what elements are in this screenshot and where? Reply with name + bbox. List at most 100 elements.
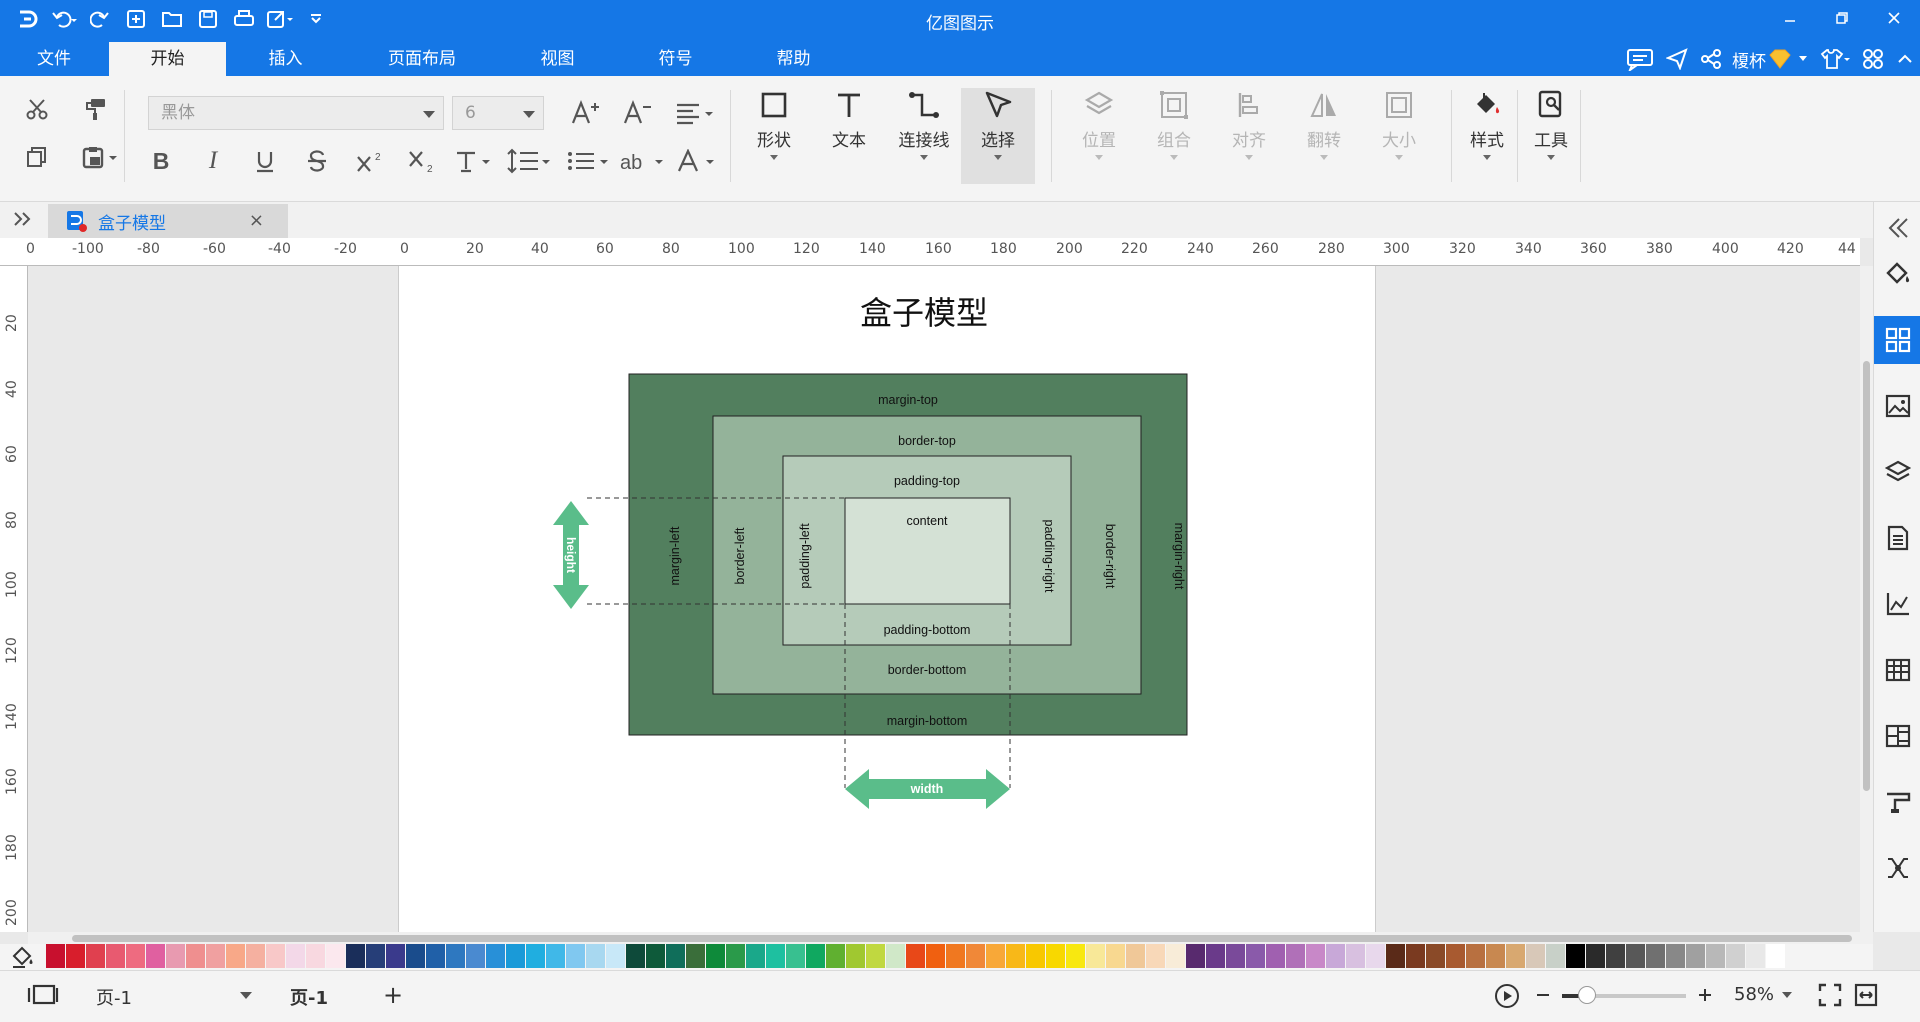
align-button[interactable]: 对齐 bbox=[1214, 90, 1284, 182]
tools-button[interactable]: 工具 bbox=[1516, 90, 1586, 182]
restore-button[interactable] bbox=[1822, 4, 1862, 32]
play-icon[interactable] bbox=[1494, 983, 1520, 1009]
menu-symbol[interactable]: 符号 bbox=[628, 42, 723, 76]
color-swatch[interactable] bbox=[1706, 944, 1725, 968]
document-tab[interactable]: 盒子模型 × bbox=[48, 204, 288, 238]
chart-panel-icon[interactable] bbox=[1874, 580, 1920, 628]
color-swatch[interactable] bbox=[1286, 944, 1305, 968]
color-swatch[interactable] bbox=[506, 944, 525, 968]
bold-icon[interactable]: B bbox=[146, 146, 176, 176]
color-swatch[interactable] bbox=[386, 944, 405, 968]
color-swatch[interactable] bbox=[1106, 944, 1125, 968]
color-swatch[interactable] bbox=[1146, 944, 1165, 968]
color-swatch[interactable] bbox=[1126, 944, 1145, 968]
color-swatch[interactable] bbox=[546, 944, 565, 968]
page-panel-icon[interactable] bbox=[1874, 514, 1920, 562]
image-panel-icon[interactable] bbox=[1874, 382, 1920, 430]
font-size-select[interactable]: 6 bbox=[452, 96, 544, 130]
menu-page-layout[interactable]: 页面布局 bbox=[360, 42, 484, 76]
minimize-button[interactable] bbox=[1770, 4, 1810, 32]
collapse-ribbon-icon[interactable] bbox=[1896, 50, 1914, 68]
text-button[interactable]: 文本 bbox=[814, 90, 884, 182]
color-swatch[interactable] bbox=[1606, 944, 1625, 968]
font-family-select[interactable]: 黑体 bbox=[148, 96, 444, 130]
color-swatch[interactable] bbox=[926, 944, 945, 968]
drawing-page[interactable]: 盒子模型 margin-top border-top padding-top c… bbox=[398, 266, 1376, 932]
zoom-slider-handle[interactable] bbox=[1578, 986, 1596, 1004]
color-swatch[interactable] bbox=[326, 944, 345, 968]
group-button[interactable]: 组合 bbox=[1139, 90, 1209, 182]
org-panel-icon[interactable] bbox=[1874, 712, 1920, 760]
color-swatch[interactable] bbox=[1406, 944, 1425, 968]
color-swatch[interactable] bbox=[106, 944, 125, 968]
color-swatch[interactable] bbox=[1366, 944, 1385, 968]
copy-icon[interactable] bbox=[22, 142, 52, 172]
underline-icon[interactable] bbox=[250, 146, 280, 176]
color-swatch[interactable] bbox=[1506, 944, 1525, 968]
color-swatch[interactable] bbox=[206, 944, 225, 968]
color-swatch[interactable] bbox=[286, 944, 305, 968]
mindmap-panel-icon[interactable] bbox=[1874, 844, 1920, 892]
color-swatch[interactable] bbox=[46, 944, 65, 968]
vertical-scrollbar[interactable] bbox=[1860, 266, 1873, 932]
text-case-icon[interactable]: ab bbox=[618, 146, 666, 176]
position-button[interactable]: 位置 bbox=[1064, 90, 1134, 182]
color-swatch[interactable] bbox=[986, 944, 1005, 968]
color-swatch[interactable] bbox=[1246, 944, 1265, 968]
color-swatch[interactable] bbox=[1766, 944, 1785, 968]
color-swatch[interactable] bbox=[1006, 944, 1025, 968]
color-swatch[interactable] bbox=[646, 944, 665, 968]
scroll-thumb[interactable] bbox=[72, 935, 1852, 942]
horizontal-scrollbar[interactable] bbox=[28, 932, 1873, 944]
flip-button[interactable]: 翻转 bbox=[1289, 90, 1359, 182]
color-swatch[interactable] bbox=[766, 944, 785, 968]
color-swatch[interactable] bbox=[1166, 944, 1185, 968]
subscript-icon[interactable]: 2 bbox=[404, 146, 440, 176]
menu-file[interactable]: 文件 bbox=[10, 42, 98, 76]
color-swatch[interactable] bbox=[1446, 944, 1465, 968]
menu-insert[interactable]: 插入 bbox=[238, 42, 333, 76]
drawing-canvas[interactable]: 盒子模型 margin-top border-top padding-top c… bbox=[28, 266, 1860, 932]
color-swatch[interactable] bbox=[426, 944, 445, 968]
color-swatch[interactable] bbox=[486, 944, 505, 968]
color-swatch[interactable] bbox=[1646, 944, 1665, 968]
collapse-panel-icon[interactable] bbox=[1874, 204, 1920, 252]
page-thumbnail-icon[interactable] bbox=[26, 983, 60, 1007]
color-swatch[interactable] bbox=[746, 944, 765, 968]
color-swatch[interactable] bbox=[1046, 944, 1065, 968]
color-swatch[interactable] bbox=[686, 944, 705, 968]
zoom-level[interactable]: 58% bbox=[1734, 984, 1774, 1005]
skin-shirt-icon[interactable] bbox=[1820, 48, 1850, 70]
color-swatch[interactable] bbox=[626, 944, 645, 968]
menu-help[interactable]: 帮助 bbox=[746, 42, 841, 76]
color-swatch[interactable] bbox=[226, 944, 245, 968]
color-swatch[interactable] bbox=[446, 944, 465, 968]
user-name[interactable]: 榎杯 bbox=[1732, 47, 1766, 72]
color-swatch[interactable] bbox=[1346, 944, 1365, 968]
chevron-down-icon[interactable] bbox=[1798, 55, 1808, 63]
color-swatch[interactable] bbox=[406, 944, 425, 968]
zoom-slider[interactable] bbox=[1562, 986, 1686, 1004]
superscript-icon[interactable]: 2 bbox=[352, 146, 388, 176]
color-swatch[interactable] bbox=[1386, 944, 1405, 968]
color-swatch[interactable] bbox=[1486, 944, 1505, 968]
color-swatch[interactable] bbox=[566, 944, 585, 968]
color-swatch[interactable] bbox=[1086, 944, 1105, 968]
table-panel-icon[interactable] bbox=[1874, 646, 1920, 694]
color-swatch[interactable] bbox=[166, 944, 185, 968]
color-swatch[interactable] bbox=[846, 944, 865, 968]
apps-grid-icon[interactable] bbox=[1862, 48, 1884, 70]
color-swatch[interactable] bbox=[1626, 944, 1645, 968]
color-swatch[interactable] bbox=[246, 944, 265, 968]
color-swatch[interactable] bbox=[1546, 944, 1565, 968]
color-swatch[interactable] bbox=[1566, 944, 1585, 968]
color-swatch[interactable] bbox=[1026, 944, 1045, 968]
select-button[interactable]: 选择 bbox=[961, 88, 1035, 184]
bullet-list-icon[interactable] bbox=[564, 146, 612, 176]
format-panel-icon[interactable] bbox=[1874, 778, 1920, 826]
color-swatch[interactable] bbox=[786, 944, 805, 968]
color-swatch[interactable] bbox=[1266, 944, 1285, 968]
color-swatch[interactable] bbox=[1186, 944, 1205, 968]
color-swatch[interactable] bbox=[726, 944, 745, 968]
menu-view[interactable]: 视图 bbox=[510, 42, 605, 76]
